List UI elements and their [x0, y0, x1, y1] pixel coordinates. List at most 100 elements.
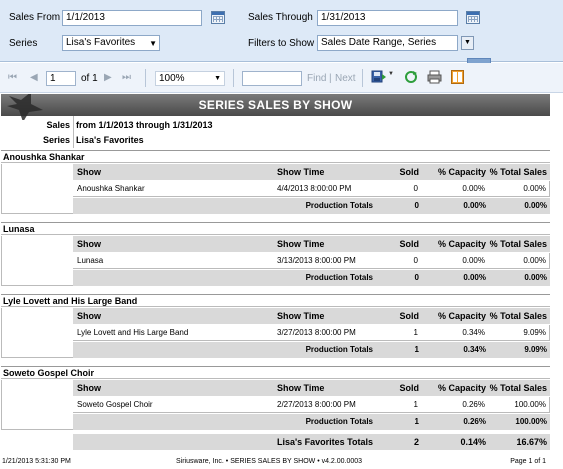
production-total-sales: 0.00% — [524, 201, 547, 210]
column-header-show-time: Show Time — [277, 383, 325, 393]
cell-sold: 1 — [413, 400, 418, 409]
column-header-capacity: % Capacity — [437, 311, 486, 321]
production-sold: 0 — [414, 201, 419, 210]
group-header: Lunasa — [1, 222, 550, 235]
series-label: Series — [9, 38, 38, 49]
filters-dropdown-button[interactable]: ▼ — [461, 36, 474, 50]
column-header-show: Show — [77, 311, 101, 321]
report-title: SERIES SALES BY SHOW — [198, 98, 353, 112]
column-header-show: Show — [77, 383, 101, 393]
production-capacity: 0.00% — [463, 273, 486, 282]
production-totals-label: Production Totals — [305, 417, 373, 426]
sales-from-label: Sales From — [9, 12, 61, 23]
zoom-value: 100% — [159, 73, 185, 84]
cell-total-sales: 9.09% — [523, 328, 546, 337]
refresh-icon[interactable] — [404, 70, 418, 86]
find-input[interactable] — [242, 71, 302, 86]
production-totals-row: Production Totals 0 0.00% 0.00% — [73, 198, 550, 214]
cell-sold: 1 — [413, 328, 418, 337]
export-icon[interactable] — [371, 70, 387, 86]
cell-show-time: 3/13/2013 8:00:00 PM — [277, 256, 356, 265]
column-header-capacity: % Capacity — [437, 383, 486, 393]
chevron-down-icon: ▼ — [214, 75, 221, 82]
cell-sold: 0 — [413, 184, 418, 193]
column-header-show-time: Show Time — [277, 239, 325, 249]
table-header-row: Show Show Time Sold % Capacity% Total Sales — [73, 308, 550, 324]
production-sold: 0 — [414, 273, 419, 282]
sales-through-label: Sales Through — [248, 12, 313, 23]
filters-select[interactable]: Sales Date Range, Series — [317, 35, 458, 51]
sales-through-calendar-icon[interactable] — [466, 11, 480, 24]
layout-icon[interactable] — [451, 70, 464, 86]
cell-show: Lyle Lovett and His Large Band — [77, 328, 189, 337]
production-capacity: 0.26% — [463, 417, 486, 426]
table-row: Lunasa 3/13/2013 8:00:00 PM 0 0.00% 0.00% — [73, 253, 550, 269]
cell-total-sales: 0.00% — [523, 256, 546, 265]
series-info-label: Series — [42, 135, 70, 145]
column-header-total-sales: % Total Sales — [489, 167, 547, 177]
column-header-sold: Sold — [399, 311, 420, 321]
table-row: Soweto Gospel Choir 2/27/2013 8:00:00 PM 1… — [73, 397, 550, 413]
group-header: Anoushka Shankar — [1, 150, 550, 163]
last-page-icon[interactable]: ⏭ — [122, 72, 131, 83]
group-block: Show Show Time Sold % Capacity% Total Sales… — [1, 236, 550, 286]
report-body: SERIES SALES BY SHOW Sales from 1/1/2013… — [0, 94, 563, 469]
group-header: Soweto Gospel Choir — [1, 366, 550, 379]
first-page-icon[interactable]: ⏮ — [8, 72, 17, 83]
cell-show-time: 2/27/2013 8:00:00 PM — [277, 400, 356, 409]
chevron-down-icon: ▼ — [464, 39, 471, 46]
column-header-sold: Sold — [399, 239, 420, 249]
group-block: Show Show Time Sold % Capacity% Total Sales… — [1, 380, 550, 430]
production-sold: 1 — [414, 417, 419, 426]
export-dropdown-icon[interactable]: ▼ — [388, 71, 394, 77]
chevron-down-icon: ▼ — [149, 39, 157, 48]
grand-total-sales: 16.67% — [516, 437, 547, 447]
cell-total-sales: 100.00% — [514, 400, 546, 409]
series-select-value: Lisa's Favorites — [66, 37, 136, 48]
cell-show-time: 4/4/2013 8:00:00 PM — [277, 184, 352, 193]
page-number-input[interactable]: 1 — [46, 71, 76, 86]
column-header-capacity: % Capacity — [437, 167, 486, 177]
group-header: Lyle Lovett and His Large Band — [1, 294, 550, 307]
cell-show: Soweto Gospel Choir — [77, 400, 153, 409]
column-header-sold: Sold — [399, 167, 420, 177]
cell-capacity: 0.00% — [462, 184, 485, 193]
cell-show-time: 3/27/2013 8:00:00 PM — [277, 328, 356, 337]
column-header-total-sales: % Total Sales — [489, 383, 547, 393]
group-indent — [1, 308, 73, 358]
production-capacity: 0.34% — [463, 345, 486, 354]
report-footer: 1/21/2013 5:31:30 PM Siriusware, Inc. • … — [0, 454, 563, 469]
filters-label: Filters to Show — [248, 38, 315, 49]
cell-capacity: 0.34% — [462, 328, 485, 337]
series-select[interactable]: Lisa's Favorites ▼ — [62, 35, 160, 51]
previous-page-icon[interactable]: ◀ — [30, 72, 38, 83]
grand-totals-label: Lisa's Favorites Totals — [276, 437, 373, 447]
column-header-show-time: Show Time — [277, 311, 325, 321]
table-header-row: Show Show Time Sold % Capacity% Total Sales — [73, 236, 550, 252]
group-block: Show Show Time Sold % Capacity% Total Sales… — [1, 164, 550, 214]
production-capacity: 0.00% — [463, 201, 486, 210]
sales-through-input[interactable]: 1/31/2013 — [317, 10, 458, 26]
info-divider — [73, 116, 74, 148]
zoom-select[interactable]: 100% ▼ — [155, 71, 225, 86]
cell-capacity: 0.00% — [462, 256, 485, 265]
sales-from-input[interactable]: 1/1/2013 — [62, 10, 202, 26]
find-next-link[interactable]: Next — [335, 73, 356, 84]
table-header-row: Show Show Time Sold % Capacity% Total Sales — [73, 164, 550, 180]
find-link[interactable]: Find — [307, 73, 326, 84]
toolbar-divider — [362, 69, 363, 87]
production-total-sales: 100.00% — [515, 417, 547, 426]
column-header-show: Show — [77, 167, 101, 177]
production-totals-row: Production Totals 1 0.34% 9.09% — [73, 342, 550, 358]
group-indent — [1, 164, 73, 214]
group-indent — [1, 236, 73, 286]
cell-show: Lunasa — [77, 256, 104, 265]
grand-totals-row: Lisa's Favorites Totals 2 0.14% 16.67% — [73, 434, 550, 450]
parameters-panel: Sales From 1/1/2013 Sales Through 1/31/2… — [0, 0, 563, 64]
cell-show: Anoushka Shankar — [77, 184, 145, 193]
grand-capacity: 0.14% — [460, 437, 486, 447]
next-page-icon[interactable]: ▶ — [104, 72, 112, 83]
print-icon[interactable] — [427, 70, 442, 86]
sales-from-calendar-icon[interactable] — [211, 11, 225, 24]
sales-info-label: Sales — [46, 120, 70, 130]
